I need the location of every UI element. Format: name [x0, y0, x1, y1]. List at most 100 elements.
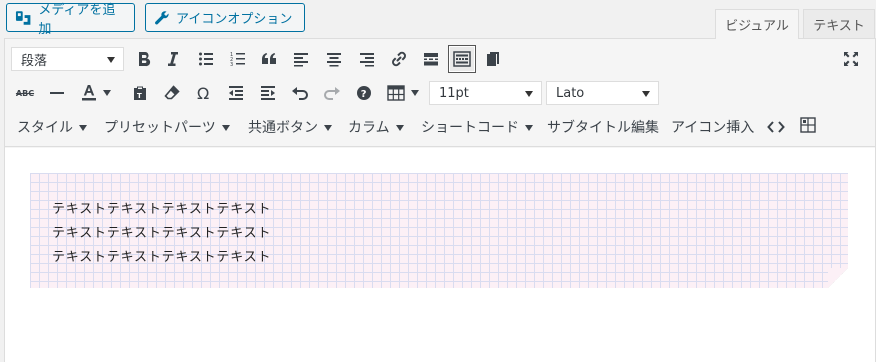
- redo-button[interactable]: [318, 79, 346, 107]
- outdent-button[interactable]: [222, 79, 250, 107]
- editor: 段落 123 ABC T Ω ? 11pt Lato スタイル プリセットパーツ…: [4, 38, 876, 362]
- italic-icon: [168, 52, 178, 66]
- strikethrough-icon: ABC: [15, 88, 35, 98]
- chevron-down-icon: [221, 124, 230, 131]
- read-more-icon: [424, 53, 438, 66]
- text-color-dropdown[interactable]: [100, 79, 114, 107]
- link-button[interactable]: [385, 45, 413, 73]
- text-color-icon: [82, 85, 96, 101]
- clear-formatting-icon: [164, 85, 180, 100]
- content-line: テキストテキストテキストテキスト: [52, 202, 272, 217]
- add-media-label: メディアを追加: [38, 2, 116, 37]
- svg-text:Ω: Ω: [197, 85, 209, 101]
- tab-text[interactable]: テキスト: [803, 9, 875, 38]
- numbered-list-icon: 123: [230, 52, 245, 67]
- format-select[interactable]: 段落: [11, 47, 124, 71]
- text-color-button[interactable]: [75, 79, 103, 107]
- chevron-down-icon: [324, 124, 332, 131]
- blockquote-button[interactable]: [255, 45, 283, 73]
- table-icon: [387, 85, 405, 101]
- toolbar-row-1: 段落 123: [5, 45, 875, 75]
- icon-option-button[interactable]: アイコンオプション: [145, 3, 305, 32]
- align-center-button[interactable]: [320, 45, 348, 73]
- horizontal-rule-button[interactable]: [43, 79, 71, 107]
- italic-button[interactable]: [159, 45, 187, 73]
- font-family-select[interactable]: Lato: [546, 81, 659, 105]
- special-character-button[interactable]: Ω: [190, 79, 218, 107]
- column-menu[interactable]: カラム: [348, 115, 404, 139]
- align-right-icon: [360, 53, 374, 67]
- bold-icon: [139, 51, 151, 67]
- chevron-down-icon: [525, 124, 533, 131]
- redo-icon: [324, 87, 340, 100]
- preset-parts-menu[interactable]: プリセットパーツ: [104, 115, 230, 139]
- insert-box-button[interactable]: [794, 111, 822, 139]
- table-button[interactable]: [382, 79, 410, 107]
- media-icon: [15, 10, 31, 25]
- subtitle-edit-button[interactable]: サブタイトル編集: [547, 115, 659, 139]
- font-size-value: 11pt: [439, 85, 469, 101]
- shortcode-menu[interactable]: ショートコード: [421, 115, 533, 139]
- blockquote-icon: [262, 53, 276, 64]
- subtitle-edit-label: サブタイトル編集: [547, 120, 659, 136]
- link-icon: [392, 51, 406, 67]
- font-family-value: Lato: [556, 85, 585, 101]
- icon-insert-button[interactable]: アイコン挿入: [671, 115, 754, 139]
- code-button[interactable]: [762, 113, 790, 141]
- editor-toolbar: 段落 123 ABC T Ω ? 11pt Lato スタイル プリセットパーツ…: [5, 39, 875, 147]
- chevron-down-icon: [79, 124, 87, 131]
- style-menu[interactable]: スタイル: [17, 115, 87, 139]
- strikethrough-button[interactable]: ABC: [11, 79, 39, 107]
- chevron-down-icon: [395, 124, 404, 131]
- toolbar-toggle-button[interactable]: [448, 45, 476, 73]
- indent-button[interactable]: [254, 79, 282, 107]
- align-right-button[interactable]: [353, 45, 381, 73]
- svg-text:T: T: [137, 92, 142, 100]
- editor-content[interactable]: テキストテキストテキストテキスト テキストテキストテキストテキスト テキストテキ…: [5, 148, 875, 362]
- align-center-icon: [327, 53, 341, 67]
- chevron-down-icon: [411, 90, 419, 96]
- undo-button[interactable]: [286, 79, 314, 107]
- read-more-button[interactable]: [417, 45, 445, 73]
- content-line: テキストテキストテキストテキスト: [52, 226, 272, 241]
- content-line: テキストテキストテキストテキスト: [52, 250, 272, 265]
- chevron-down-icon: [525, 91, 533, 97]
- svg-text:3: 3: [230, 62, 233, 67]
- table-dropdown[interactable]: [408, 79, 422, 107]
- preset-parts-label: プリセットパーツ: [104, 120, 216, 136]
- grid-paper-box[interactable]: テキストテキストテキストテキスト テキストテキストテキストテキスト テキストテキ…: [30, 173, 848, 288]
- page-fold-shadow: [828, 268, 848, 288]
- add-media-button[interactable]: メディアを追加: [6, 3, 135, 37]
- code-icon: [767, 121, 785, 133]
- help-icon: ?: [357, 86, 371, 100]
- toolbar-row-3: スタイル プリセットパーツ 共通ボタン カラム ショートコード サブタイトル編集…: [5, 113, 875, 143]
- chevron-down-icon: [103, 90, 111, 96]
- numbered-list-button[interactable]: 123: [224, 45, 252, 73]
- wrench-icon: [155, 10, 169, 24]
- paste-text-button[interactable]: T: [126, 79, 154, 107]
- svg-text:?: ?: [361, 89, 367, 100]
- outdent-icon: [229, 86, 243, 100]
- paste-text-icon: T: [134, 86, 146, 100]
- chevron-down-icon: [642, 91, 650, 97]
- align-left-icon: [294, 53, 308, 67]
- fullscreen-button[interactable]: [837, 45, 865, 73]
- format-select-value: 段落: [21, 53, 48, 69]
- clear-formatting-button[interactable]: [158, 79, 186, 107]
- insert-box-icon: [800, 117, 816, 133]
- common-button-menu[interactable]: 共通ボタン: [248, 115, 332, 139]
- toolbar-toggle-icon: [453, 51, 471, 67]
- align-left-button[interactable]: [287, 45, 315, 73]
- font-size-select[interactable]: 11pt: [429, 81, 542, 105]
- tab-visual[interactable]: ビジュアル: [715, 9, 799, 39]
- toolbar-row-2: ABC T Ω ? 11pt Lato: [5, 79, 875, 109]
- fullscreen-icon: [844, 52, 858, 66]
- common-button-label: 共通ボタン: [248, 120, 318, 136]
- indent-icon: [261, 86, 275, 100]
- bullet-list-button[interactable]: [192, 45, 220, 73]
- bold-button[interactable]: [130, 45, 158, 73]
- chevron-down-icon: [107, 57, 115, 63]
- copy-button[interactable]: [479, 45, 507, 73]
- help-button[interactable]: ?: [350, 79, 378, 107]
- bullet-list-icon: [199, 52, 213, 66]
